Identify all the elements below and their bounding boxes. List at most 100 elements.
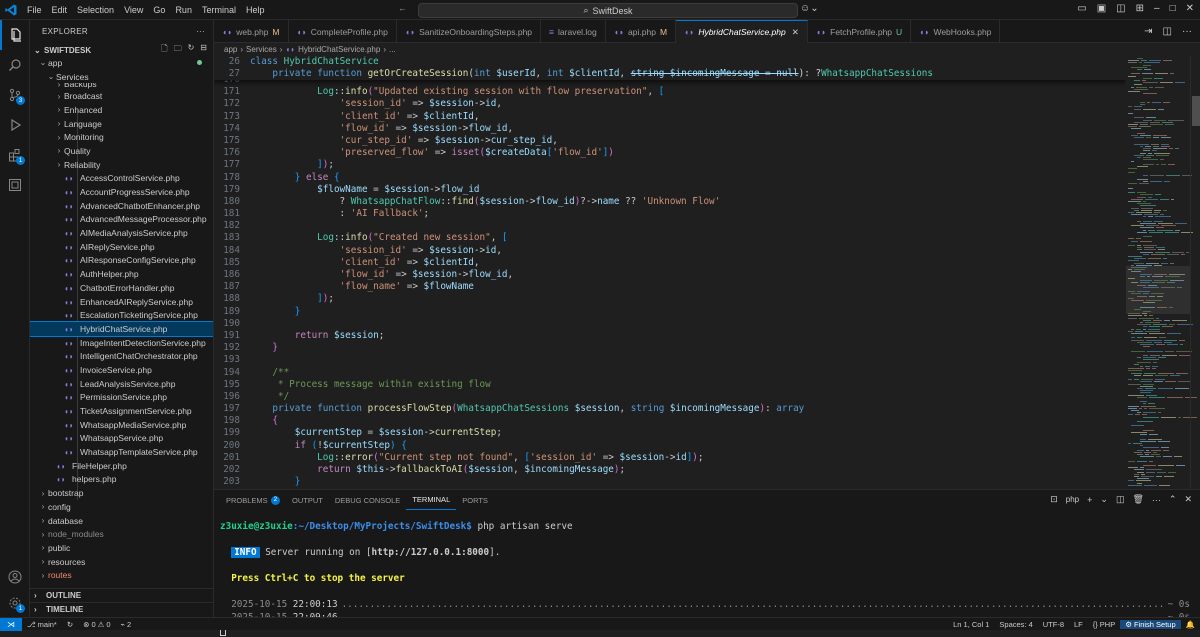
file-item[interactable]: ◖◗ EnhancedAIReplyService.php — [30, 295, 213, 309]
breadcrumb-item[interactable]: ... — [389, 45, 396, 54]
problems-indicator[interactable]: ⊗ 0 ⚠ 0 — [78, 620, 115, 629]
code-line[interactable]: 202 return $this->fallbackToAI($session,… — [214, 464, 1126, 476]
file-item[interactable]: ◖◗ AIReplyService.php — [30, 240, 213, 254]
panel-tab-problems[interactable]: PROBLEMS 2 — [220, 490, 286, 510]
code-line[interactable]: 189 } — [214, 306, 1126, 318]
new-folder-icon[interactable]: 🗀 — [174, 43, 182, 57]
file-item[interactable]: ◖◗ LeadAnalysisService.php — [30, 377, 213, 391]
extensions-icon[interactable]: 1 — [0, 140, 30, 170]
code-line[interactable]: 200 if (!$currentStep) { — [214, 440, 1126, 452]
breadcrumb-item[interactable]: Services — [246, 45, 277, 54]
menu-item-edit[interactable]: Edit — [47, 0, 73, 20]
folder-item[interactable]: › Quality — [30, 144, 213, 158]
timeline-section[interactable]: › TIMELINE — [30, 602, 213, 616]
folder-item[interactable]: › public — [30, 541, 213, 555]
terminal-shell-label[interactable]: php — [1066, 495, 1079, 504]
menu-item-file[interactable]: File — [22, 0, 47, 20]
code-line[interactable]: 175 'cur_step_id' => $session->cur_step_… — [214, 135, 1126, 147]
remote-indicator-icon[interactable]: ⋊ — [0, 617, 22, 631]
code-line[interactable]: 179 $flowName = $session->flow_id — [214, 184, 1126, 196]
search-icon[interactable] — [0, 50, 30, 80]
finish-setup[interactable]: ⚙ Finish Setup — [1120, 619, 1181, 629]
minimap[interactable] — [1126, 56, 1200, 489]
cursor-position[interactable]: Ln 1, Col 1 — [948, 620, 994, 629]
panel-tab-ports[interactable]: PORTS — [456, 490, 494, 510]
code-line[interactable]: 187 'flow_name' => $flowName — [214, 281, 1126, 293]
folder-item[interactable]: › Language — [30, 117, 213, 131]
code-line[interactable]: 198 { — [214, 415, 1126, 427]
file-item[interactable]: ◖◗ HybridChatService.php — [30, 321, 213, 337]
tab-fetchprofile-php[interactable]: ◖◗ FetchProfile.php U — [808, 20, 912, 43]
code-line[interactable]: 196 */ — [214, 391, 1126, 403]
folder-item[interactable]: › Reliability — [30, 158, 213, 172]
code-lines[interactable]: 170171 Log::info("Updated existing sessi… — [214, 74, 1126, 489]
file-item[interactable]: ◖◗ AdvancedChatbotEnhancer.php — [30, 199, 213, 213]
folder-item[interactable]: ⌄ Services — [30, 70, 213, 84]
code-line[interactable]: 174 'flow_id' => $session->flow_id, — [214, 123, 1126, 135]
code-line[interactable]: 178 } else { — [214, 172, 1126, 184]
outline-section[interactable]: › OUTLINE — [30, 588, 213, 602]
open-changes-icon[interactable]: ⇥ — [1144, 26, 1152, 37]
code-line[interactable]: 173 'client_id' => $clientId, — [214, 111, 1126, 123]
code-line[interactable]: 177 ]); — [214, 159, 1126, 171]
more-actions-icon[interactable]: ··· — [1152, 495, 1161, 505]
branch-indicator[interactable]: ⎇ main* — [22, 620, 62, 629]
code-line[interactable]: 201 Log::error("Current step not found",… — [214, 452, 1126, 464]
file-item[interactable]: ◖◗ AccountProgressService.php — [30, 185, 213, 199]
panel-tab-output[interactable]: OUTPUT — [286, 490, 329, 510]
tab-laravel-log[interactable]: ≡ laravel.log — [541, 20, 606, 43]
panel-tab-terminal[interactable]: TERMINAL — [406, 490, 457, 510]
code-line[interactable]: 181 : 'AI Fallback'; — [214, 208, 1126, 220]
folder-item[interactable]: › resources — [30, 555, 213, 569]
new-terminal-icon[interactable]: + — [1087, 495, 1092, 505]
minimize-icon[interactable]: – — [1154, 3, 1160, 14]
breadcrumb-item[interactable]: HybridChatService.php — [298, 45, 380, 54]
command-center-search[interactable]: ⌕ SwiftDesk — [418, 3, 798, 18]
code-line[interactable]: 176 'preserved_flow' => isset($createDat… — [214, 147, 1126, 159]
server-url[interactable]: http://127.0.0.1:8000 — [372, 547, 490, 558]
minimap-viewport[interactable] — [1126, 266, 1190, 314]
file-item[interactable]: ◖◗ IntelligentChatOrchestrator.php — [30, 349, 213, 363]
code-line[interactable]: 185 'client_id' => $clientId, — [214, 257, 1126, 269]
file-item[interactable]: ◖◗ EscalationTicketingService.php — [30, 308, 213, 322]
close-tab-icon[interactable]: ✕ — [792, 27, 799, 38]
layout-sidebar-icon[interactable]: ▭ — [1077, 3, 1086, 14]
code-line[interactable]: 199 $currentStep = $session->currentStep… — [214, 427, 1126, 439]
maximize-icon[interactable]: □ — [1170, 3, 1176, 14]
code-line[interactable]: 183 Log::info("Created new session", [ — [214, 232, 1126, 244]
tab-api-php[interactable]: ◖◗ api.php M — [606, 20, 677, 43]
run-debug-icon[interactable] — [0, 110, 30, 140]
close-panel-icon[interactable]: ✕ — [1184, 494, 1192, 505]
tab-sanitizeonboardingsteps-php[interactable]: ◖◗ SanitizeOnboardingSteps.php — [397, 20, 542, 43]
file-item[interactable]: ◖◗ InvoiceService.php — [30, 363, 213, 377]
chevron-down-icon[interactable]: ⌄ — [1100, 494, 1108, 505]
sticky-scroll[interactable]: 26 class HybridChatService 27 private func… — [214, 56, 1126, 81]
file-item[interactable]: ◖◗ ChatbotErrorHandler.php — [30, 281, 213, 295]
code-line[interactable]: 171 Log::info("Updated existing session … — [214, 86, 1126, 98]
back-arrow-icon[interactable]: ← — [398, 3, 407, 13]
layout-panel-icon[interactable]: ▣ — [1097, 3, 1106, 14]
copilot-icon[interactable]: ☺⌄ — [800, 3, 819, 14]
menu-item-run[interactable]: Run — [170, 0, 197, 20]
code-line[interactable]: 180 ? WhatsappChatFlow::find($session->f… — [214, 196, 1126, 208]
folder-item[interactable]: › config — [30, 500, 213, 514]
notifications-bell-icon[interactable]: 🔔 — [1181, 620, 1200, 629]
explorer-icon[interactable] — [0, 20, 30, 50]
sync-icon[interactable]: ↻ — [62, 620, 78, 629]
menu-item-selection[interactable]: Selection — [72, 0, 119, 20]
code-line[interactable]: 172 'session_id' => $session->id, — [214, 98, 1126, 110]
indentation[interactable]: Spaces: 4 — [994, 620, 1037, 629]
refresh-icon[interactable]: ↻ — [188, 43, 195, 57]
file-item[interactable]: ◖◗ AIMediaAnalysisService.php — [30, 226, 213, 240]
code-line[interactable]: 197 private function processFlowStep(Wha… — [214, 403, 1126, 415]
scrollbar-thumb[interactable] — [1192, 96, 1200, 126]
maximize-panel-icon[interactable]: ⌃ — [1169, 494, 1177, 505]
manage-gear-icon[interactable]: 1 — [0, 588, 30, 618]
code-line[interactable]: 184 'session_id' => $session->id, — [214, 245, 1126, 257]
split-editor-icon[interactable]: ◫ — [1163, 26, 1172, 37]
source-control-icon[interactable]: 3 — [0, 80, 30, 110]
code-line[interactable]: 186 'flow_id' => $session->flow_id, — [214, 269, 1126, 281]
file-item[interactable]: ◖◗ FileHelper.php — [30, 459, 213, 473]
layout-secondary-icon[interactable]: ◫ — [1116, 3, 1125, 14]
folder-item[interactable]: › database — [30, 514, 213, 528]
